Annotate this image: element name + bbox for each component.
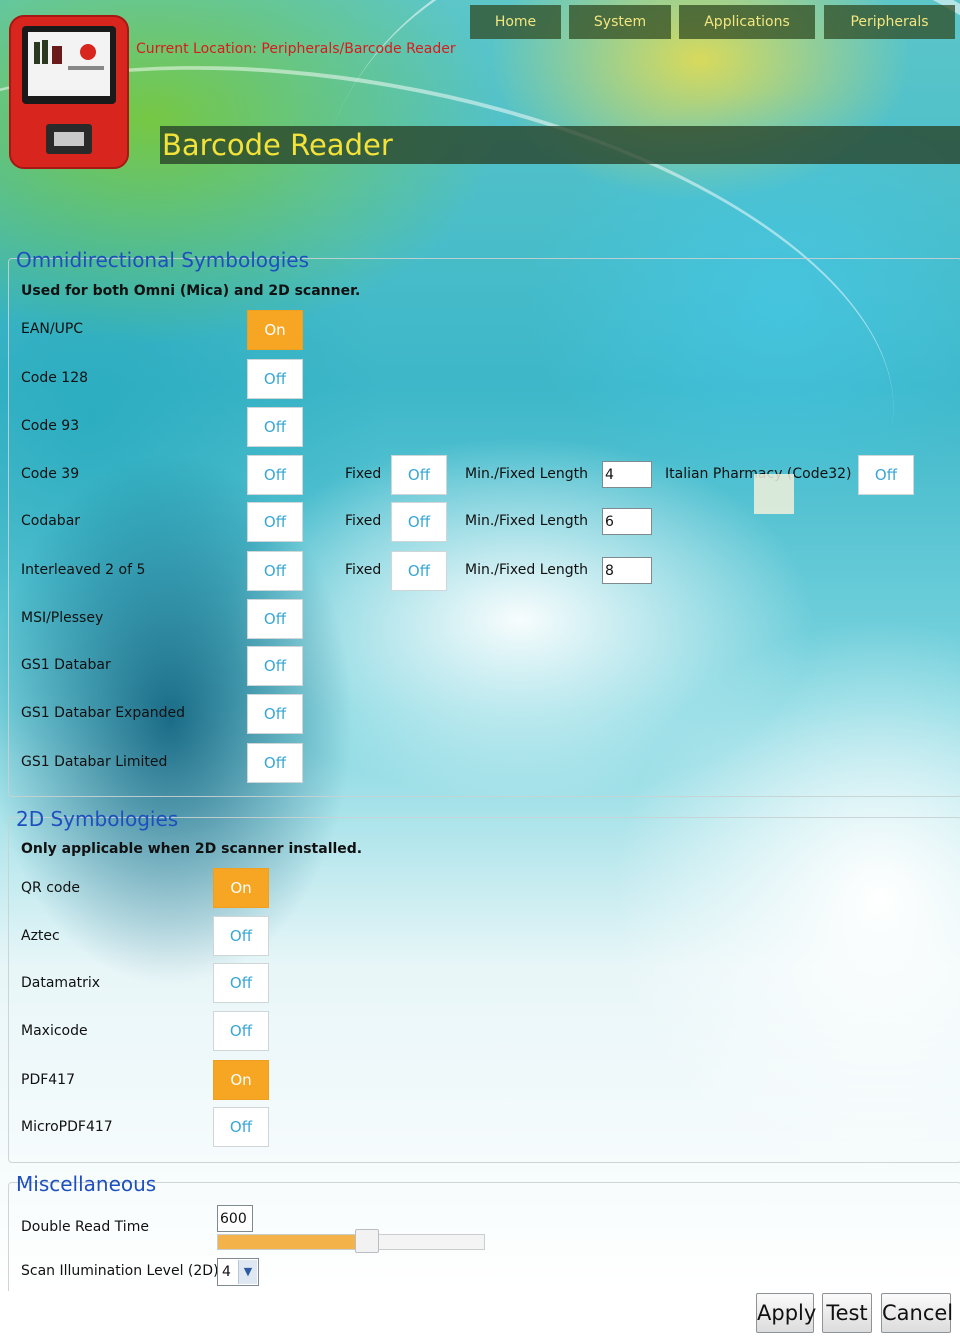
- row-label-ean-upc: EAN/UPC: [21, 321, 84, 337]
- toggle-code-93[interactable]: Off: [247, 407, 303, 447]
- row-label-datamatrix: Datamatrix: [21, 975, 101, 991]
- illumination-select[interactable]: 4 ▼: [217, 1258, 259, 1286]
- misc-legend: Miscellaneous: [16, 1172, 157, 1196]
- row-label-interleaved-2of5: Interleaved 2 of 5: [21, 562, 146, 578]
- row-label-micropdf417: MicroPDF417: [21, 1119, 113, 1135]
- current-location: Current Location: Peripherals/Barcode Re…: [136, 41, 456, 57]
- double-read-slider[interactable]: [217, 1234, 485, 1250]
- toggle-gs1-databar-expanded[interactable]: Off: [247, 694, 303, 734]
- row-label-gs1-databar-expanded: GS1 Databar Expanded: [21, 705, 186, 721]
- cancel-button[interactable]: Cancel: [881, 1293, 953, 1333]
- twod-legend: 2D Symbologies: [16, 807, 179, 831]
- length-label-code-39: Min./Fixed Length: [465, 466, 589, 482]
- kiosk-device-icon: [8, 14, 130, 170]
- slider-handle[interactable]: [355, 1229, 379, 1253]
- toggle-fixed-codabar[interactable]: Off: [391, 502, 447, 542]
- nav-home[interactable]: Home: [470, 5, 561, 39]
- fixed-label-codabar: Fixed: [345, 513, 382, 529]
- row-label-pdf417: PDF417: [21, 1072, 75, 1088]
- twod-fieldset: [8, 817, 960, 1163]
- toggle-code-128[interactable]: Off: [247, 359, 303, 399]
- toggle-interleaved-2of5[interactable]: Off: [247, 551, 303, 591]
- row-label-qr-code: QR code: [21, 880, 80, 896]
- chevron-down-icon: ▼: [238, 1260, 257, 1284]
- apply-button[interactable]: Apply: [756, 1293, 816, 1333]
- omni-note: Used for both Omni (Mica) and 2D scanner…: [21, 283, 361, 299]
- row-label-codabar: Codabar: [21, 513, 81, 529]
- test-button[interactable]: Test: [822, 1293, 872, 1333]
- toggle-micropdf417[interactable]: Off: [213, 1107, 269, 1147]
- toggle-code-39[interactable]: Off: [247, 455, 303, 495]
- length-input-interleaved-2of5[interactable]: [602, 557, 652, 584]
- illumination-label: Scan Illumination Level (2D): [21, 1263, 219, 1279]
- toggle-fixed-code-39[interactable]: Off: [391, 455, 447, 495]
- row-label-code-128: Code 128: [21, 370, 89, 386]
- toggle-ean-upc[interactable]: On: [247, 310, 303, 350]
- row-label-gs1-databar-limited: GS1 Databar Limited: [21, 754, 168, 770]
- row-label-code-93: Code 93: [21, 418, 80, 434]
- double-read-label: Double Read Time: [21, 1219, 149, 1235]
- slider-fill: [218, 1235, 356, 1249]
- length-label-interleaved-2of5: Min./Fixed Length: [465, 562, 589, 578]
- toggle-msi-plessey[interactable]: Off: [247, 599, 303, 639]
- illumination-value: 4: [222, 1264, 231, 1280]
- toggle-codabar[interactable]: Off: [247, 502, 303, 542]
- row-label-gs1-databar: GS1 Databar: [21, 657, 111, 673]
- nav-applications[interactable]: Applications: [679, 5, 815, 39]
- length-input-code-39[interactable]: [602, 461, 652, 488]
- toggle-gs1-databar[interactable]: Off: [247, 646, 303, 686]
- row-label-maxicode: Maxicode: [21, 1023, 88, 1039]
- tooltip-overlay: [754, 474, 794, 514]
- twod-note: Only applicable when 2D scanner installe…: [21, 841, 363, 857]
- toggle-maxicode[interactable]: Off: [213, 1011, 269, 1051]
- row-label-aztec: Aztec: [21, 928, 60, 944]
- row-label-code-39: Code 39: [21, 466, 80, 482]
- fixed-label-code-39: Fixed: [345, 466, 382, 482]
- nav-peripherals[interactable]: Peripherals: [824, 5, 955, 39]
- double-read-input[interactable]: [217, 1205, 253, 1232]
- toggle-datamatrix[interactable]: Off: [213, 963, 269, 1003]
- toggle-italian-pharmacy[interactable]: Off: [858, 455, 914, 495]
- toggle-fixed-interleaved-2of5[interactable]: Off: [391, 551, 447, 591]
- row-label-msi-plessey: MSI/Plessey: [21, 610, 104, 626]
- toggle-qr-code[interactable]: On: [213, 868, 269, 908]
- nav-system[interactable]: System: [569, 5, 671, 39]
- length-input-codabar[interactable]: [602, 508, 652, 535]
- toggle-gs1-databar-limited[interactable]: Off: [247, 743, 303, 783]
- omni-legend: Omnidirectional Symbologies: [16, 248, 309, 272]
- fixed-label-interleaved-2of5: Fixed: [345, 562, 382, 578]
- page-title: Barcode Reader: [160, 126, 960, 164]
- toggle-aztec[interactable]: Off: [213, 916, 269, 956]
- toggle-pdf417[interactable]: On: [213, 1060, 269, 1100]
- length-label-codabar: Min./Fixed Length: [465, 513, 589, 529]
